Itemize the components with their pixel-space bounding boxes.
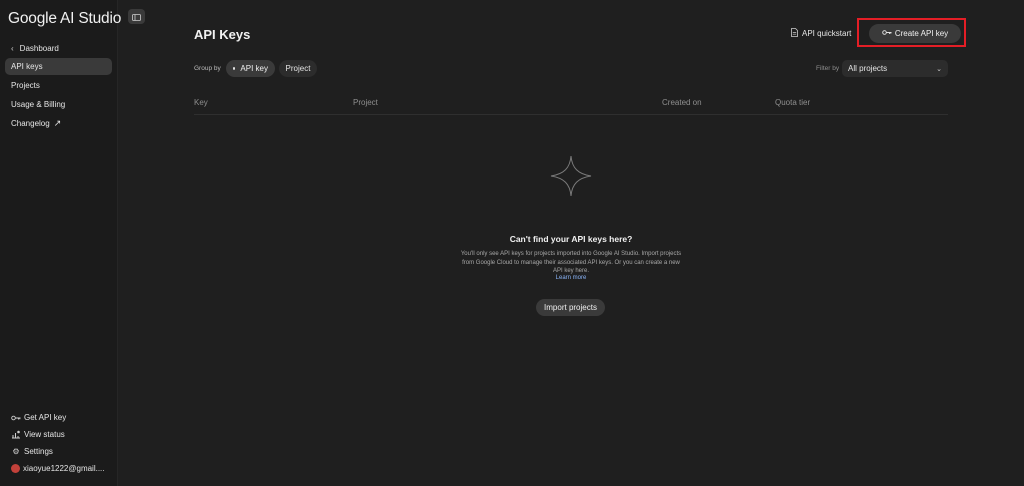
sidebar-item-api-keys[interactable]: API keys xyxy=(5,58,112,75)
column-header-created-on: Created on xyxy=(662,98,702,107)
group-by-label: Group by xyxy=(194,65,221,72)
group-by-api-key-chip[interactable]: API key xyxy=(226,60,275,77)
sidebar-item-usage-billing[interactable]: Usage & Billing xyxy=(5,96,112,113)
sidebar-toggle-icon xyxy=(132,8,141,26)
key-icon xyxy=(11,413,21,423)
learn-more-link[interactable]: Learn more xyxy=(446,275,696,281)
sidebar-item-label: Usage & Billing xyxy=(11,100,66,109)
account-email: xiaoyue1222@gmail.... xyxy=(23,464,105,473)
quickstart-label: API quickstart xyxy=(802,29,852,38)
sidebar-item-label: Changelog xyxy=(11,119,50,128)
filter-value: All projects xyxy=(848,64,888,73)
footer-label: View status xyxy=(24,430,65,439)
page-title: API Keys xyxy=(194,27,251,42)
footer-label: Get API key xyxy=(24,413,67,422)
sidebar-item-changelog[interactable]: Changelog ↗ xyxy=(5,115,112,132)
collapse-sidebar-button[interactable] xyxy=(128,9,145,24)
sidebar-view-status[interactable]: View status xyxy=(5,427,65,442)
project-filter-select[interactable]: All projects ⌄ xyxy=(842,60,948,77)
status-icon xyxy=(11,430,21,440)
column-header-key: Key xyxy=(194,98,208,107)
table-divider xyxy=(194,114,948,115)
avatar xyxy=(11,464,20,473)
app-logo: Google AI Studio xyxy=(8,10,122,27)
footer-label: Settings xyxy=(24,447,53,456)
sidebar-account[interactable]: xiaoyue1222@gmail.... xyxy=(5,461,105,476)
gear-icon: ⚙ xyxy=(12,447,20,456)
column-header-quota-tier: Quota tier xyxy=(775,98,811,107)
column-header-project: Project xyxy=(353,98,378,107)
external-link-icon: ↗ xyxy=(53,118,62,128)
sidebar: Google AI Studio ‹ Dashboard API keys Pr… xyxy=(0,0,122,486)
sparkle-icon xyxy=(550,155,592,197)
document-icon xyxy=(791,28,798,39)
import-projects-button[interactable]: Import projects xyxy=(536,299,605,316)
group-by-project-chip[interactable]: Project xyxy=(279,60,317,77)
empty-state-description: You'll only see API keys for projects im… xyxy=(460,251,682,274)
filter-by-label: Filter by xyxy=(816,65,840,72)
sidebar-item-projects[interactable]: Projects xyxy=(5,77,112,94)
sidebar-item-label: Projects xyxy=(11,81,40,90)
sidebar-item-label: API keys xyxy=(11,62,43,71)
selected-dot-icon xyxy=(233,67,236,70)
chevron-left-icon: ‹ xyxy=(11,44,14,53)
chip-label: Project xyxy=(285,64,311,73)
chevron-down-icon: ⌄ xyxy=(936,65,942,73)
sidebar-back-dashboard[interactable]: ‹ Dashboard xyxy=(5,40,112,57)
empty-state-title: Can't find your API keys here? xyxy=(509,234,633,244)
highlight-box xyxy=(857,18,966,47)
api-quickstart-link[interactable]: API quickstart xyxy=(791,28,851,39)
sidebar-settings[interactable]: ⚙ Settings xyxy=(5,444,53,459)
sidebar-get-api-key[interactable]: Get API key xyxy=(5,410,66,425)
import-projects-label: Import projects xyxy=(544,303,597,312)
chip-label: API key xyxy=(240,64,268,73)
sidebar-item-label: Dashboard xyxy=(19,44,59,53)
